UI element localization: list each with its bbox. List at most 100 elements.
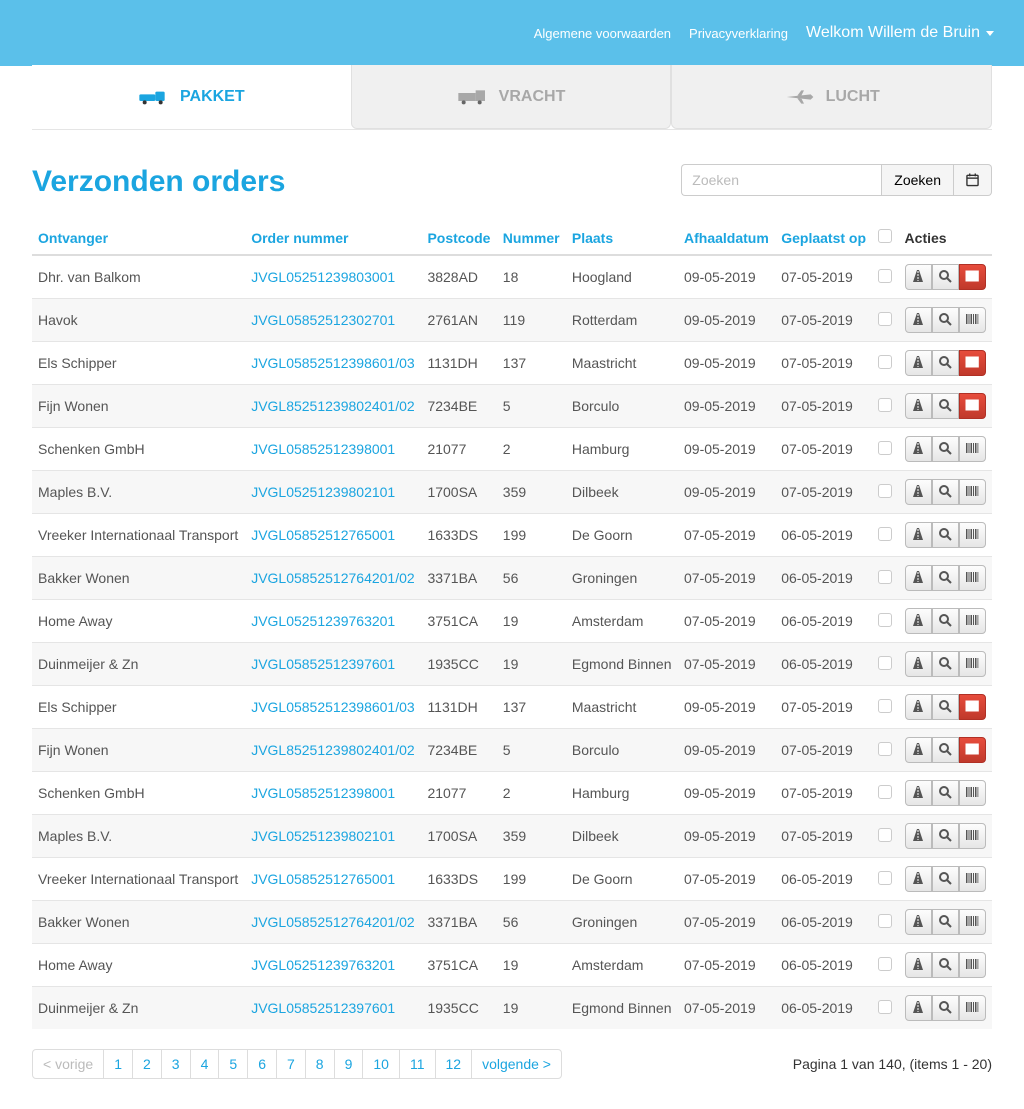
track-button[interactable] [905,909,932,935]
track-button[interactable] [905,737,932,763]
label-button[interactable] [959,780,986,806]
label-button[interactable] [959,823,986,849]
track-button[interactable] [905,866,932,892]
track-button[interactable] [905,479,932,505]
row-checkbox[interactable] [878,312,892,326]
terms-link[interactable]: Algemene voorwaarden [534,26,671,41]
order-link[interactable]: JVGL05852512397601 [251,1000,395,1016]
col-postcode[interactable]: Postcode [421,219,496,255]
page-link[interactable]: 6 [247,1049,277,1079]
view-button[interactable] [932,436,959,462]
tab-pakket[interactable]: PAKKET [32,65,351,129]
track-button[interactable] [905,694,932,720]
label-button[interactable] [959,737,986,763]
label-button[interactable] [959,995,986,1021]
label-button[interactable] [959,952,986,978]
label-button[interactable] [959,694,986,720]
row-checkbox[interactable] [878,355,892,369]
view-button[interactable] [932,522,959,548]
order-link[interactable]: JVGL05852512398001 [251,785,395,801]
row-checkbox[interactable] [878,785,892,799]
order-link[interactable]: JVGL05251239763201 [251,957,395,973]
label-button[interactable] [959,436,986,462]
order-link[interactable]: JVGL05852512302701 [251,312,395,328]
order-link[interactable]: JVGL05251239763201 [251,613,395,629]
page-link[interactable]: 10 [362,1049,400,1079]
view-button[interactable] [932,350,959,376]
track-button[interactable] [905,350,932,376]
view-button[interactable] [932,952,959,978]
track-button[interactable] [905,307,932,333]
order-link[interactable]: JVGL05251239803001 [251,269,395,285]
page-link[interactable]: 9 [334,1049,364,1079]
view-button[interactable] [932,479,959,505]
view-button[interactable] [932,823,959,849]
label-button[interactable] [959,393,986,419]
label-button[interactable] [959,307,986,333]
page-link[interactable]: 5 [218,1049,248,1079]
view-button[interactable] [932,264,959,290]
track-button[interactable] [905,565,932,591]
label-button[interactable] [959,264,986,290]
label-button[interactable] [959,866,986,892]
view-button[interactable] [932,737,959,763]
row-checkbox[interactable] [878,957,892,971]
page-link[interactable]: 1 [103,1049,133,1079]
track-button[interactable] [905,995,932,1021]
view-button[interactable] [932,694,959,720]
row-checkbox[interactable] [878,828,892,842]
row-checkbox[interactable] [878,1000,892,1014]
order-link[interactable]: JVGL05852512764201/02 [251,914,414,930]
label-button[interactable] [959,608,986,634]
track-button[interactable] [905,651,932,677]
page-link[interactable]: 7 [276,1049,306,1079]
search-button[interactable]: Zoeken [881,164,954,196]
order-link[interactable]: JVGL05852512397601 [251,656,395,672]
page-link[interactable]: 11 [399,1049,436,1079]
view-button[interactable] [932,909,959,935]
row-checkbox[interactable] [878,613,892,627]
row-checkbox[interactable] [878,484,892,498]
col-geplaatst[interactable]: Geplaatst op [775,219,872,255]
order-link[interactable]: JVGL05852512398601/03 [251,355,414,371]
row-checkbox[interactable] [878,699,892,713]
col-plaats[interactable]: Plaats [566,219,678,255]
track-button[interactable] [905,823,932,849]
page-link[interactable]: 2 [132,1049,162,1079]
row-checkbox[interactable] [878,871,892,885]
row-checkbox[interactable] [878,269,892,283]
track-button[interactable] [905,952,932,978]
tab-vracht[interactable]: VRACHT [351,65,672,129]
track-button[interactable] [905,393,932,419]
search-input[interactable] [681,164,881,196]
view-button[interactable] [932,307,959,333]
page-link[interactable]: 8 [305,1049,335,1079]
view-button[interactable] [932,565,959,591]
calendar-button[interactable] [954,164,992,196]
track-button[interactable] [905,780,932,806]
row-checkbox[interactable] [878,527,892,541]
row-checkbox[interactable] [878,914,892,928]
view-button[interactable] [932,866,959,892]
track-button[interactable] [905,522,932,548]
order-link[interactable]: JVGL85251239802401/02 [251,398,414,414]
view-button[interactable] [932,995,959,1021]
row-checkbox[interactable] [878,570,892,584]
label-button[interactable] [959,565,986,591]
order-link[interactable]: JVGL05852512764201/02 [251,570,414,586]
order-link[interactable]: JVGL05852512398001 [251,441,395,457]
view-button[interactable] [932,780,959,806]
order-link[interactable]: JVGL05852512765001 [251,871,395,887]
row-checkbox[interactable] [878,398,892,412]
page-link[interactable]: 3 [161,1049,191,1079]
order-link[interactable]: JVGL05852512398601/03 [251,699,414,715]
label-button[interactable] [959,651,986,677]
view-button[interactable] [932,651,959,677]
col-ontvanger[interactable]: Ontvanger [32,219,245,255]
order-link[interactable]: JVGL85251239802401/02 [251,742,414,758]
order-link[interactable]: JVGL05251239802101 [251,828,395,844]
track-button[interactable] [905,608,932,634]
user-menu[interactable]: Welkom Willem de Bruin [806,24,994,42]
track-button[interactable] [905,436,932,462]
track-button[interactable] [905,264,932,290]
